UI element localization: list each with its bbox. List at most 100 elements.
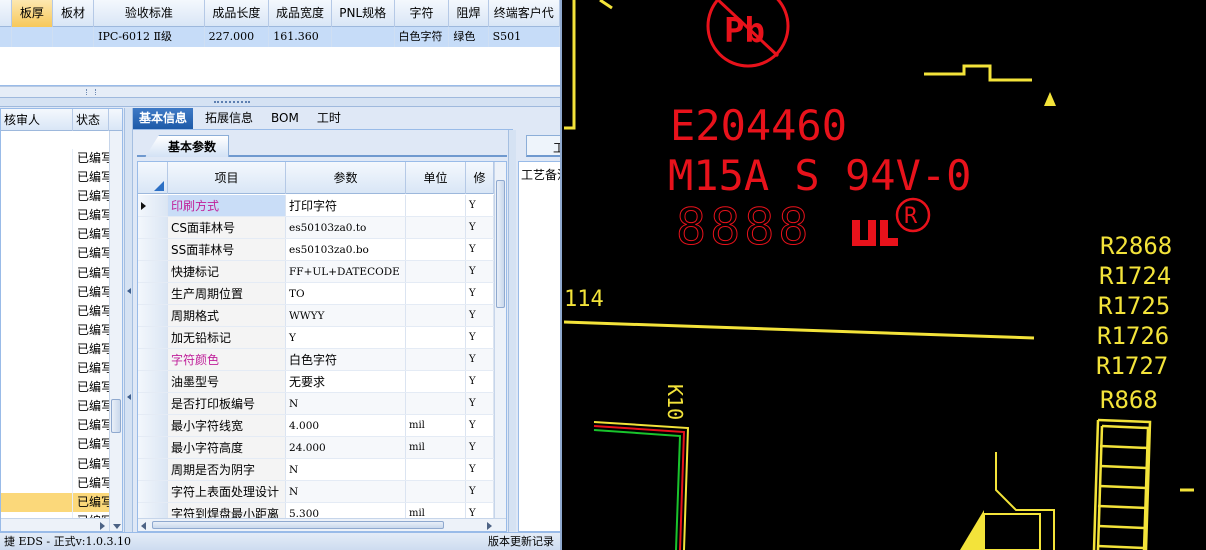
modify-flag-cell[interactable]: Y	[466, 261, 494, 282]
column-header[interactable]: 修	[466, 162, 494, 194]
row-indicator[interactable]	[138, 437, 168, 458]
column-header[interactable]: 项目	[168, 162, 286, 194]
process-remarks-box[interactable]: 工艺备注	[518, 161, 560, 532]
list-item[interactable]: 已编写	[1, 187, 109, 207]
grid-cell[interactable]	[332, 27, 395, 47]
modify-flag-cell[interactable]: Y	[466, 481, 494, 502]
review-list-hscrollbar[interactable]	[1, 518, 109, 531]
review-list-vscrollbar[interactable]	[109, 131, 122, 531]
param-cell[interactable]: es50103za0.to	[286, 217, 406, 238]
list-item[interactable]: 已编写	[1, 359, 109, 379]
list-item[interactable]: 已编写	[1, 492, 109, 512]
modify-flag-cell[interactable]: Y	[466, 349, 494, 370]
table-row[interactable]: 最小字符线宽 4.000 mil Y	[138, 415, 494, 437]
collapse-left-icon[interactable]	[127, 394, 131, 400]
table-row[interactable]: 加无铅标记 Y Y	[138, 327, 494, 349]
unit-cell[interactable]	[406, 349, 466, 370]
vertical-splitter-right[interactable]	[508, 130, 516, 532]
column-header[interactable]: 单位	[406, 162, 466, 194]
column-header[interactable]: 终端客户代	[489, 0, 560, 27]
param-cell[interactable]: es50103za0.bo	[286, 239, 406, 260]
param-cell[interactable]: 4.000	[286, 415, 406, 436]
list-item[interactable]: 已编写	[1, 301, 109, 321]
param-grid-hscrollbar[interactable]	[138, 518, 506, 531]
table-row[interactable]: 字符颜色 白色字符 Y	[138, 349, 494, 371]
scroll-thumb[interactable]	[111, 399, 121, 433]
list-item[interactable]: 已编写	[1, 282, 109, 302]
unit-cell[interactable]	[406, 261, 466, 282]
modify-flag-cell[interactable]: Y	[466, 393, 494, 414]
tab-basic-params[interactable]: 基本参数	[145, 135, 230, 157]
row-indicator[interactable]	[138, 393, 168, 414]
row-indicator[interactable]	[138, 371, 168, 392]
scroll-right-icon[interactable]	[487, 522, 492, 530]
column-header[interactable]: 验收标准	[94, 0, 205, 27]
table-row[interactable]: 生产周期位置 TO Y	[138, 283, 494, 305]
row-indicator[interactable]	[138, 305, 168, 326]
param-cell[interactable]: Y	[286, 327, 406, 348]
unit-cell[interactable]	[406, 459, 466, 480]
param-grid-vscrollbar[interactable]	[494, 162, 506, 518]
param-cell[interactable]: TO	[286, 283, 406, 304]
row-indicator[interactable]	[138, 261, 168, 282]
tab-1[interactable]: 拓展信息	[199, 108, 259, 129]
splitter-grip[interactable]	[214, 101, 250, 103]
param-cell[interactable]: 白色字符	[286, 349, 406, 370]
list-item[interactable]: 已编写	[1, 244, 109, 264]
row-indicator[interactable]	[138, 415, 168, 436]
scroll-grip[interactable]	[86, 89, 96, 95]
scroll-left-icon[interactable]	[141, 522, 146, 530]
tab-3[interactable]: 工时	[311, 108, 347, 129]
list-item[interactable]: 已编写	[1, 378, 109, 398]
grid-cell[interactable]: 白色字符	[395, 27, 450, 47]
column-header[interactable]: 状态	[73, 109, 109, 131]
order-grid-hscrollbar[interactable]	[0, 86, 560, 97]
column-header[interactable]: 板厚	[11, 0, 53, 27]
vertical-splitter[interactable]	[124, 108, 133, 532]
param-cell[interactable]: 24.000	[286, 437, 406, 458]
list-item[interactable]: 已编写	[1, 263, 109, 283]
grid-cell[interactable]: IPC-6012 Ⅱ级	[94, 27, 205, 47]
table-row[interactable]: 快捷标记 FF+UL+DATECODE Y	[138, 261, 494, 283]
list-item[interactable]: 已编写	[1, 225, 109, 245]
horizontal-splitter[interactable]	[0, 97, 560, 107]
list-item[interactable]: 已编写	[1, 473, 109, 493]
unit-cell[interactable]	[406, 393, 466, 414]
column-header[interactable]: 成品长度	[205, 0, 270, 27]
table-row[interactable]: 周期是否为阴字 N Y	[138, 459, 494, 481]
row-indicator[interactable]	[138, 327, 168, 348]
order-grid-row[interactable]: IPC-6012 Ⅱ级 227.000 161.360 白色字符 绿色 S501	[0, 27, 560, 47]
table-row[interactable]: 油墨型号 无要求 Y	[138, 371, 494, 393]
column-header[interactable]: PNL规格	[332, 0, 395, 27]
scroll-right-icon[interactable]	[100, 522, 105, 530]
param-cell[interactable]: FF+UL+DATECODE	[286, 261, 406, 282]
list-item[interactable]: 已编写	[1, 397, 109, 417]
tab-2[interactable]: BOM	[265, 108, 305, 129]
modify-flag-cell[interactable]: Y	[466, 415, 494, 436]
row-indicator[interactable]	[138, 283, 168, 304]
param-cell[interactable]: N	[286, 393, 406, 414]
scroll-thumb[interactable]	[152, 521, 444, 529]
collapse-left-icon[interactable]	[127, 288, 131, 294]
param-cell[interactable]: WWYY	[286, 305, 406, 326]
list-item[interactable]: 已编写	[1, 206, 109, 226]
list-item[interactable]: 已编写	[1, 435, 109, 455]
table-row[interactable]: 印刷方式 打印字符 Y	[138, 195, 494, 217]
param-cell[interactable]: N	[286, 459, 406, 480]
row-indicator[interactable]	[138, 239, 168, 260]
grid-cell[interactable]	[12, 27, 53, 47]
unit-cell[interactable]: mil	[406, 415, 466, 436]
modify-flag-cell[interactable]: Y	[466, 437, 494, 458]
changelog-link[interactable]: 版本更新记录	[488, 533, 554, 550]
column-header[interactable]: 字符	[395, 0, 450, 27]
cad-canvas[interactable]: Pb E204460 M15A S 94V-0 8888 R 114 K10 R…	[564, 0, 1206, 550]
list-item[interactable]: 已编写	[1, 149, 109, 169]
row-indicator[interactable]	[138, 195, 168, 216]
tab-process[interactable]: 工	[526, 135, 560, 157]
list-item[interactable]: 已编写	[1, 320, 109, 340]
column-header[interactable]: 成品宽度	[269, 0, 332, 27]
modify-flag-cell[interactable]: Y	[466, 459, 494, 480]
modify-flag-cell[interactable]: Y	[466, 305, 494, 326]
list-item[interactable]: 已编写	[1, 454, 109, 474]
unit-cell[interactable]: mil	[406, 437, 466, 458]
